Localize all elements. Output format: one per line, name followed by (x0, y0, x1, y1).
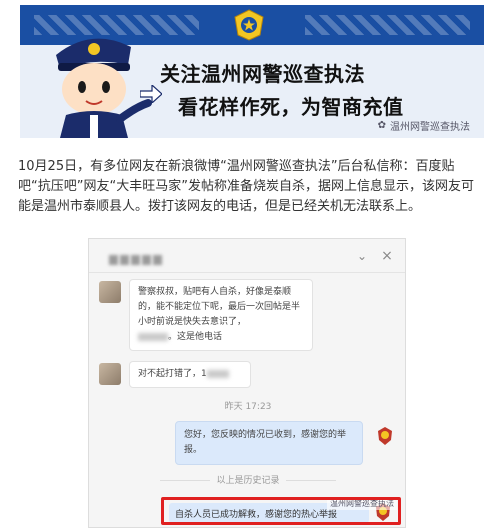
banner-stripes-right (305, 15, 470, 35)
history-separator: 以上是历史记录 (89, 473, 405, 486)
banner-watermark: ✿ 温州网警巡查执法 (378, 118, 470, 133)
chevron-down-icon[interactable]: ⌄ (354, 248, 370, 264)
banner-watermark-text: 温州网警巡查执法 (390, 122, 470, 133)
police-mascot-illustration (56, 38, 152, 138)
chat-screenshot: ⌄ × 警察叔叔，贴吧有人自杀，好像是泰顺 的，能不能定位下呢，最后一次回帖是半… (88, 238, 406, 528)
timestamp-separator: 昨天 17:23 (89, 399, 405, 412)
message-text: 对不起打错了，1 (138, 369, 207, 379)
chat-title-redacted (109, 250, 199, 265)
weibo-icon: ✿ (377, 120, 386, 131)
police-avatar-icon (378, 427, 392, 445)
banner-subline: 看花样作死，为智商充值 (178, 95, 404, 119)
avatar (99, 363, 121, 385)
message-bubble-1: 警察叔叔，贴吧有人自杀，好像是泰顺 的，能不能定位下呢，最后一次回帖是半 小时前… (129, 279, 313, 351)
message-bubble-2: 对不起打错了，1 (129, 361, 251, 388)
close-icon[interactable]: × (379, 248, 395, 264)
police-badge-icon (234, 9, 264, 41)
message-line: 小时前说是快失去意识了， (138, 317, 247, 327)
message-line: 的，能不能定位下呢，最后一次回帖是半 (138, 302, 301, 312)
history-label: 以上是历史记录 (216, 476, 280, 486)
red-highlight-box (161, 497, 401, 525)
reply-line: 您好，您反映的情况已收到，感谢您的举 (184, 430, 347, 440)
pointing-hand-icon (140, 85, 162, 103)
reply-bubble: 您好，您反映的情况已收到，感谢您的举 报。 (175, 421, 363, 465)
timestamp-label: 昨天 17:23 (224, 402, 272, 412)
banner-headline: 关注温州网警巡查执法 (160, 62, 365, 86)
chat-header: ⌄ × (89, 239, 405, 273)
message-line-redacted: 。这是他电话 (138, 330, 304, 345)
reply-line: 报。 (184, 445, 203, 455)
avatar (99, 281, 121, 303)
message-line: 警察叔叔，贴吧有人自杀，好像是泰顺 (138, 287, 292, 297)
header-banner: 关注温州网警巡查执法 看花样作死，为智商充值 ✿ 温州网警巡查执法 (20, 5, 484, 138)
article-paragraph: 10月25日，有多位网友在新浪微博“温州网警巡查执法”后台私信称：百度贴吧“抗压… (18, 159, 474, 214)
